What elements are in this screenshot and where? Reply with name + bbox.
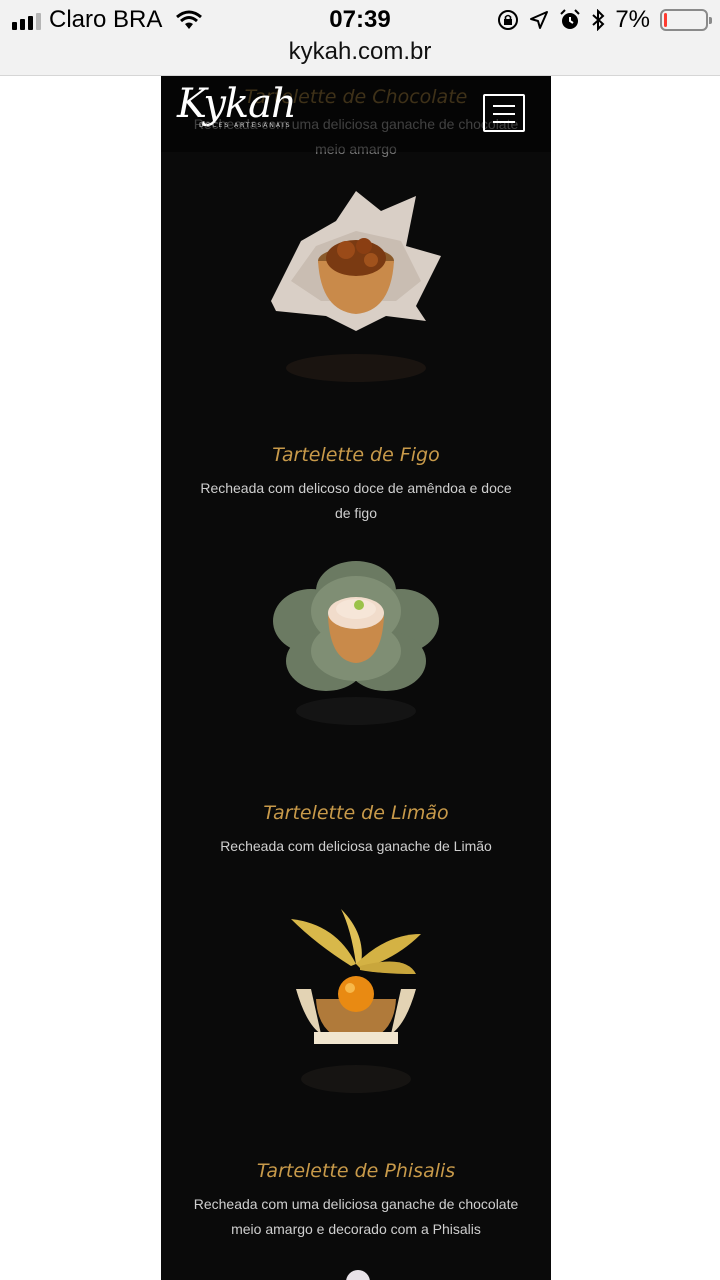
product-item: Tartelette de Phisalis Recheada com uma … [161,1160,551,1242]
battery-percent: 7% [615,6,650,33]
logo-subtitle: DOCES ARTESANAIS [199,122,292,129]
product-title: Tartelette de Limão [263,802,449,824]
orientation-lock-icon [498,10,519,30]
status-bar: Claro BRA 07:39 7% [0,0,720,40]
product-image-figo [271,191,441,382]
product-description: Recheada com delicoso doce de amêndoa e … [200,480,512,521]
alarm-icon [560,9,581,29]
bluetooth-icon [592,9,605,31]
status-right: 7% [497,6,712,34]
address-bar[interactable]: kykah.com.br [0,40,720,76]
product-image-limao [273,561,439,725]
battery-icon [660,9,712,31]
logo-script-text: Kykah [177,81,297,127]
battery-level [664,13,667,27]
product-description: Recheada com deliciosa ganache de Limão [220,838,492,854]
product-title: Tartelette de Figo [272,444,440,466]
product-title: Tartelette de Phisalis [256,1160,456,1182]
product-description: Recheada com uma deliciosa ganache de ch… [193,1196,519,1237]
product-item: Tartelette de Figo Recheada com delicoso… [161,444,551,526]
location-arrow-icon [530,11,549,29]
site-header: Kykah DOCES ARTESANAIS [161,76,551,152]
site-logo[interactable]: Kykah DOCES ARTESANAIS [177,82,307,152]
product-image-phisalis [291,909,421,1093]
next-product-image [346,1270,370,1280]
page-content: Kykah DOCES ARTESANAIS Tartelette de Cho… [161,76,551,1280]
hamburger-menu-icon[interactable] [483,94,525,132]
product-item: Tartelette de Limão Recheada com delicio… [161,802,551,859]
url-text: kykah.com.br [288,38,432,65]
